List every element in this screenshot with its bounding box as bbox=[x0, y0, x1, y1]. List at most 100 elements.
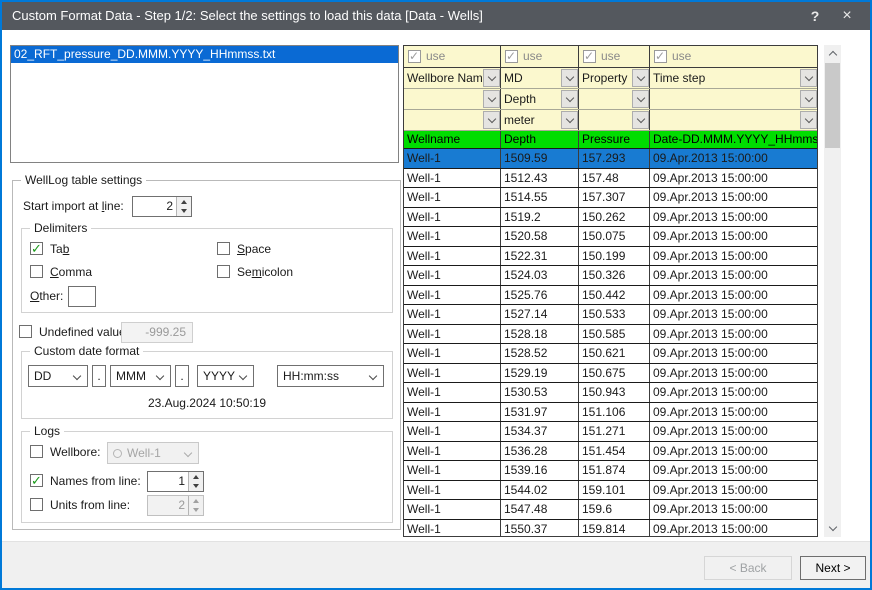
table-cell: 150.199 bbox=[579, 247, 650, 266]
table-row[interactable]: Well-11550.37159.81409.Apr.2013 15:00:00 bbox=[404, 520, 817, 538]
table-cell: 09.Apr.2013 15:00:00 bbox=[650, 481, 817, 500]
column-property-select[interactable]: Depth bbox=[501, 89, 579, 109]
wellbore-checkbox[interactable] bbox=[30, 445, 43, 458]
column-type-select[interactable]: MD bbox=[501, 68, 579, 88]
column-property-select[interactable] bbox=[650, 89, 817, 109]
table-cell: 1529.19 bbox=[501, 364, 579, 383]
table-row[interactable]: Well-11509.59157.29309.Apr.2013 15:00:00 bbox=[404, 149, 817, 169]
column-header: Wellname bbox=[404, 131, 501, 148]
names-from-line-spinner[interactable]: 1 bbox=[147, 471, 204, 492]
table-row[interactable]: Well-11525.76150.44209.Apr.2013 15:00:00 bbox=[404, 286, 817, 306]
date-separator-2[interactable]: . bbox=[175, 365, 189, 387]
comma-checkbox[interactable] bbox=[30, 265, 43, 278]
units-from-line-checkbox[interactable] bbox=[30, 498, 43, 511]
spin-down-icon[interactable] bbox=[189, 482, 203, 492]
column-unit-select[interactable]: meter bbox=[501, 110, 579, 130]
table-row[interactable]: Well-11528.18150.58509.Apr.2013 15:00:00 bbox=[404, 325, 817, 345]
table-row[interactable]: Well-11528.52150.62109.Apr.2013 15:00:00 bbox=[404, 344, 817, 364]
table-row[interactable]: Well-11539.16151.87409.Apr.2013 15:00:00 bbox=[404, 461, 817, 481]
table-row[interactable]: Well-11544.02159.10109.Apr.2013 15:00:00 bbox=[404, 481, 817, 501]
dialog-footer: < Back Next > bbox=[2, 541, 870, 588]
table-cell: 159.814 bbox=[579, 520, 650, 538]
close-icon[interactable]: × bbox=[832, 2, 862, 30]
use-checkbox[interactable] bbox=[654, 50, 667, 63]
table-cell: 1528.52 bbox=[501, 344, 579, 363]
dialog-body: 02_RFT_pressure_DD.MMM.YYYY_HHmmss.txt W… bbox=[2, 30, 870, 541]
table-row[interactable]: Well-11530.53150.94309.Apr.2013 15:00:00 bbox=[404, 383, 817, 403]
table-row[interactable]: Well-11529.19150.67509.Apr.2013 15:00:00 bbox=[404, 364, 817, 384]
table-row[interactable]: Well-11512.43157.4809.Apr.2013 15:00:00 bbox=[404, 169, 817, 189]
table-cell: 09.Apr.2013 15:00:00 bbox=[650, 383, 817, 402]
scrollbar-thumb[interactable] bbox=[825, 63, 840, 148]
column-unit-select[interactable] bbox=[579, 110, 650, 130]
back-button[interactable]: < Back bbox=[704, 556, 792, 580]
month-format-select[interactable]: MMM bbox=[110, 365, 171, 387]
names-from-line-checkbox[interactable] bbox=[30, 474, 43, 487]
column-type-select[interactable]: Property bbox=[579, 68, 650, 88]
table-cell: 09.Apr.2013 15:00:00 bbox=[650, 169, 817, 188]
column-unit-select[interactable] bbox=[404, 110, 501, 130]
file-list-item[interactable]: 02_RFT_pressure_DD.MMM.YYYY_HHmmss.txt bbox=[11, 46, 398, 63]
table-cell: 09.Apr.2013 15:00:00 bbox=[650, 266, 817, 285]
table-cell: Well-1 bbox=[404, 461, 501, 480]
table-row[interactable]: Well-11519.2150.26209.Apr.2013 15:00:00 bbox=[404, 208, 817, 228]
spin-down-icon[interactable] bbox=[177, 207, 191, 217]
scroll-up-icon[interactable] bbox=[824, 45, 841, 62]
table-cell: Well-1 bbox=[404, 403, 501, 422]
use-checkbox[interactable] bbox=[583, 50, 596, 63]
help-icon[interactable]: ? bbox=[800, 2, 830, 30]
table-cell: 09.Apr.2013 15:00:00 bbox=[650, 188, 817, 207]
table-cell: 150.262 bbox=[579, 208, 650, 227]
table-row[interactable]: Well-11531.97151.10609.Apr.2013 15:00:00 bbox=[404, 403, 817, 423]
table-cell: Well-1 bbox=[404, 500, 501, 519]
column-unit-select[interactable] bbox=[650, 110, 817, 130]
chevron-down-icon bbox=[800, 90, 817, 108]
file-list[interactable]: 02_RFT_pressure_DD.MMM.YYYY_HHmmss.txt bbox=[10, 45, 399, 163]
table-row[interactable]: Well-11534.37151.27109.Apr.2013 15:00:00 bbox=[404, 422, 817, 442]
undefined-value-checkbox[interactable] bbox=[19, 325, 32, 338]
table-cell: 1522.31 bbox=[501, 247, 579, 266]
table-cell: 1528.18 bbox=[501, 325, 579, 344]
table-cell: 150.075 bbox=[579, 227, 650, 246]
spin-down-icon bbox=[189, 506, 203, 516]
spin-up-icon[interactable] bbox=[177, 197, 191, 207]
start-import-spinner[interactable]: 2 bbox=[132, 196, 192, 217]
table-row[interactable]: Well-11527.14150.53309.Apr.2013 15:00:00 bbox=[404, 305, 817, 325]
column-type-select[interactable]: Wellbore Name bbox=[404, 68, 501, 88]
units-from-line-value: 2 bbox=[148, 496, 188, 515]
date-format-label: Custom date format bbox=[30, 344, 143, 358]
next-button[interactable]: Next > bbox=[800, 556, 866, 580]
table-cell: Well-1 bbox=[404, 422, 501, 441]
table-row[interactable]: Well-11514.55157.30709.Apr.2013 15:00:00 bbox=[404, 188, 817, 208]
day-format-select[interactable]: DD bbox=[28, 365, 88, 387]
space-checkbox[interactable] bbox=[217, 242, 230, 255]
table-cell: 1530.53 bbox=[501, 383, 579, 402]
column-header-row: Wellname Depth Pressure Date-DD.MMM.YYYY… bbox=[404, 131, 817, 149]
use-checkbox[interactable] bbox=[505, 50, 518, 63]
column-type-select[interactable]: Time step bbox=[650, 68, 817, 88]
year-format-select[interactable]: YYYY bbox=[197, 365, 254, 387]
spin-up-icon[interactable] bbox=[189, 472, 203, 482]
table-row[interactable]: Well-11522.31150.19909.Apr.2013 15:00:00 bbox=[404, 247, 817, 267]
time-format-select[interactable]: HH:mm:ss bbox=[277, 365, 384, 387]
table-row[interactable]: Well-11520.58150.07509.Apr.2013 15:00:00 bbox=[404, 227, 817, 247]
tab-checkbox[interactable] bbox=[30, 242, 43, 255]
scroll-down-icon[interactable] bbox=[824, 520, 841, 537]
table-cell: 151.271 bbox=[579, 422, 650, 441]
table-row[interactable]: Well-11536.28151.45409.Apr.2013 15:00:00 bbox=[404, 442, 817, 462]
column-property-select[interactable] bbox=[404, 89, 501, 109]
use-checkbox[interactable] bbox=[408, 50, 421, 63]
date-separator-1[interactable]: . bbox=[92, 365, 106, 387]
column-property-select[interactable] bbox=[579, 89, 650, 109]
table-cell: Well-1 bbox=[404, 208, 501, 227]
table-row[interactable]: Well-11547.48159.609.Apr.2013 15:00:00 bbox=[404, 500, 817, 520]
column-header: Date-DD.MMM.YYYY_HHmmss bbox=[650, 131, 817, 148]
table-cell: 151.106 bbox=[579, 403, 650, 422]
table-row[interactable]: Well-11524.03150.32609.Apr.2013 15:00:00 bbox=[404, 266, 817, 286]
table-cell: Well-1 bbox=[404, 344, 501, 363]
semicolon-checkbox[interactable] bbox=[217, 265, 230, 278]
other-delimiter-input[interactable] bbox=[68, 286, 96, 307]
vertical-scrollbar[interactable] bbox=[824, 45, 841, 537]
table-cell: Well-1 bbox=[404, 325, 501, 344]
table-cell: 150.533 bbox=[579, 305, 650, 324]
